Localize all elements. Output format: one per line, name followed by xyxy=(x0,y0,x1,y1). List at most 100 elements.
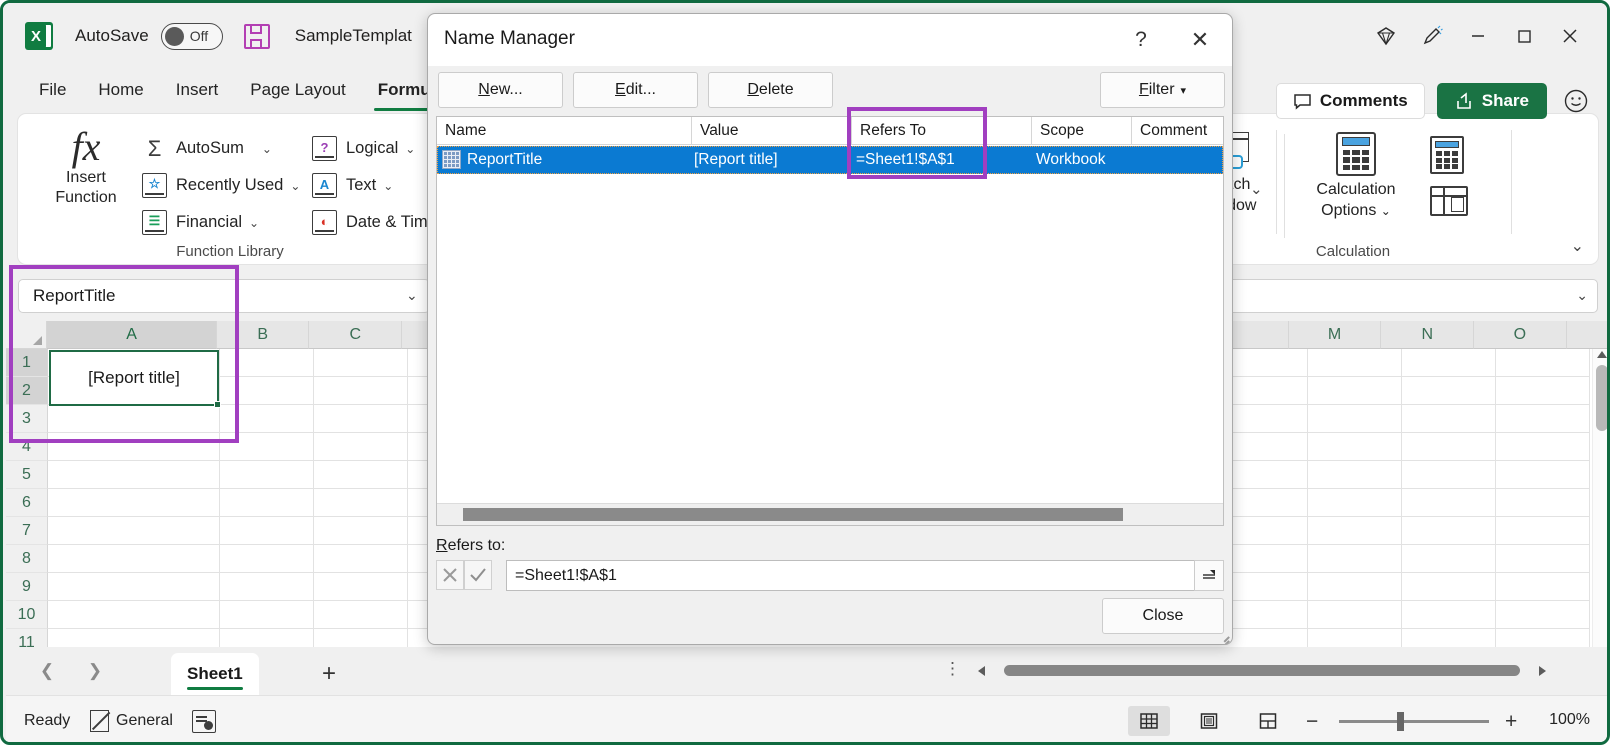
help-icon[interactable]: ? xyxy=(1124,24,1158,56)
zoom-slider-handle[interactable] xyxy=(1397,712,1404,731)
row-header-5[interactable]: 5 xyxy=(6,461,48,489)
calculate-sheet-icon[interactable] xyxy=(1430,186,1468,216)
cancel-x-icon[interactable] xyxy=(436,560,464,590)
recently-used-label: Recently Used xyxy=(176,176,284,194)
row-header-10[interactable]: 10 xyxy=(6,601,48,629)
new-name-button[interactable]: New... xyxy=(438,72,563,108)
delete-name-button[interactable]: Delete xyxy=(708,72,833,108)
zoom-level-label[interactable]: 100% xyxy=(1549,711,1590,729)
chevron-down-icon[interactable]: ⌄ xyxy=(406,287,418,304)
calculate-now-icon[interactable] xyxy=(1430,136,1464,174)
select-all-corner[interactable] xyxy=(6,321,48,349)
autosave-toggle[interactable]: Off xyxy=(160,22,223,50)
close-dialog-button[interactable]: Close xyxy=(1102,598,1224,634)
column-header-C[interactable]: C xyxy=(309,321,403,349)
row-header-11[interactable]: 11 xyxy=(6,629,48,647)
chevron-down-icon[interactable]: ⌄ xyxy=(290,179,300,193)
column-header-name[interactable]: Name xyxy=(437,117,692,145)
accessibility-check-icon[interactable] xyxy=(192,710,216,733)
vertical-dots-icon[interactable]: ⋮ xyxy=(944,660,961,677)
normal-view-button[interactable] xyxy=(1128,706,1170,736)
insert-function-button[interactable]: fx Insert Function xyxy=(38,126,134,238)
column-header-refers-to[interactable]: Refers To xyxy=(852,117,1032,145)
clock-book-icon: ◐ xyxy=(312,210,337,235)
chevron-down-icon[interactable]: ⌄ xyxy=(1571,236,1584,256)
collapse-range-icon[interactable] xyxy=(1194,560,1224,591)
column-header-trailing xyxy=(1566,321,1607,349)
column-header-B[interactable]: B xyxy=(216,321,310,349)
chevron-down-icon[interactable]: ⌄ xyxy=(383,179,393,193)
sheet-tab-bar: ❮ ❯ Sheet1 + ⋮ xyxy=(6,647,1607,695)
minimize-icon[interactable] xyxy=(1455,15,1501,57)
selected-cell-A1[interactable]: [Report title] xyxy=(49,350,221,408)
number-format-status[interactable]: General xyxy=(90,710,173,732)
scroll-up-icon[interactable] xyxy=(1597,351,1607,358)
chevron-down-icon[interactable]: ⌄ xyxy=(405,142,415,156)
refers-to-label: Refers to: xyxy=(436,537,506,554)
tab-insert[interactable]: Insert xyxy=(162,76,233,104)
chevron-down-icon[interactable]: ⌄ xyxy=(1381,204,1391,218)
vertical-scroll-thumb[interactable] xyxy=(1596,365,1607,431)
row-header-6[interactable]: 6 xyxy=(6,489,48,517)
chevron-down-icon[interactable]: ⌄ xyxy=(1576,287,1588,304)
tab-page-layout[interactable]: Page Layout xyxy=(236,76,359,104)
zoom-in-button[interactable]: + xyxy=(1505,710,1517,734)
calculation-options-button[interactable]: Calculation Options ⌄ xyxy=(1296,132,1416,240)
tab-home[interactable]: Home xyxy=(84,76,157,104)
row-header-3[interactable]: 3 xyxy=(6,405,48,433)
chevron-right-icon[interactable]: ❯ xyxy=(82,659,108,683)
zoom-slider[interactable] xyxy=(1339,712,1489,731)
scroll-left-icon[interactable] xyxy=(978,666,985,676)
diamond-icon[interactable] xyxy=(1363,15,1409,57)
chevron-down-icon[interactable]: ⌄ xyxy=(262,142,272,156)
confirm-check-icon[interactable] xyxy=(464,560,492,590)
page-break-view-button[interactable] xyxy=(1247,706,1289,736)
financial-button[interactable]: ☰ Financial ⌄ xyxy=(142,204,307,241)
refers-to-input[interactable]: =Sheet1!$A$1 xyxy=(506,560,1196,591)
row-header-7[interactable]: 7 xyxy=(6,517,48,545)
filter-button[interactable]: Filter ▾ xyxy=(1100,72,1225,108)
column-header-value[interactable]: Value xyxy=(692,117,852,145)
table-row[interactable]: ReportTitle [Report title] =Sheet1!$A$1 … xyxy=(437,146,1223,174)
row-header-2[interactable]: 2 xyxy=(6,377,48,405)
row-header-9[interactable]: 9 xyxy=(6,573,48,601)
fill-handle[interactable] xyxy=(214,401,221,408)
save-icon[interactable] xyxy=(243,22,271,50)
row-header-4[interactable]: 4 xyxy=(6,433,48,461)
names-list-horizontal-scrollbar[interactable] xyxy=(437,503,1223,525)
name-box[interactable]: ReportTitle xyxy=(18,279,430,313)
column-header-comment[interactable]: Comment xyxy=(1132,117,1223,145)
row-header-8[interactable]: 8 xyxy=(6,545,48,573)
edit-name-button[interactable]: Edit... xyxy=(573,72,698,108)
sheet-tab-sheet1[interactable]: Sheet1 xyxy=(171,653,259,695)
close-icon[interactable] xyxy=(1547,15,1593,57)
column-header-O[interactable]: O xyxy=(1474,321,1567,349)
dialog-close-icon[interactable]: ✕ xyxy=(1178,24,1222,56)
chevron-down-icon[interactable]: ⌄ xyxy=(249,216,259,230)
names-list[interactable]: Name Value Refers To Scope Comment Repor… xyxy=(436,116,1224,526)
draw-pen-icon[interactable] xyxy=(1409,15,1455,57)
tab-file[interactable]: File xyxy=(25,76,80,104)
recently-used-button[interactable]: ☆ Recently Used ⌄ xyxy=(142,167,307,204)
comments-button[interactable]: Comments xyxy=(1275,83,1425,119)
add-sheet-button[interactable]: + xyxy=(268,653,390,695)
scroll-right-icon[interactable] xyxy=(1539,666,1546,676)
row-header-1[interactable]: 1 xyxy=(6,349,48,377)
column-header-N[interactable]: N xyxy=(1381,321,1475,349)
names-list-scroll-thumb[interactable] xyxy=(463,508,1123,521)
document-title[interactable]: SampleTemplat xyxy=(295,26,412,46)
chevron-left-icon[interactable]: ❮ xyxy=(34,659,60,683)
zoom-out-button[interactable]: − xyxy=(1306,710,1318,734)
horizontal-scrollbar[interactable] xyxy=(978,663,1546,679)
maximize-icon[interactable] xyxy=(1501,15,1547,57)
column-header-scope[interactable]: Scope xyxy=(1032,117,1132,145)
column-header-M[interactable]: M xyxy=(1288,321,1382,349)
column-header-A[interactable]: A xyxy=(47,321,217,349)
smiley-feedback-icon[interactable] xyxy=(1559,84,1593,118)
share-button[interactable]: Share xyxy=(1436,83,1547,119)
horizontal-scroll-thumb[interactable] xyxy=(1004,665,1520,676)
vertical-scrollbar[interactable] xyxy=(1592,349,1607,647)
page-layout-view-button[interactable] xyxy=(1188,706,1230,736)
dialog-resize-grip[interactable] xyxy=(1217,629,1230,644)
autosum-button[interactable]: Σ AutoSum ⌄ xyxy=(142,130,307,167)
